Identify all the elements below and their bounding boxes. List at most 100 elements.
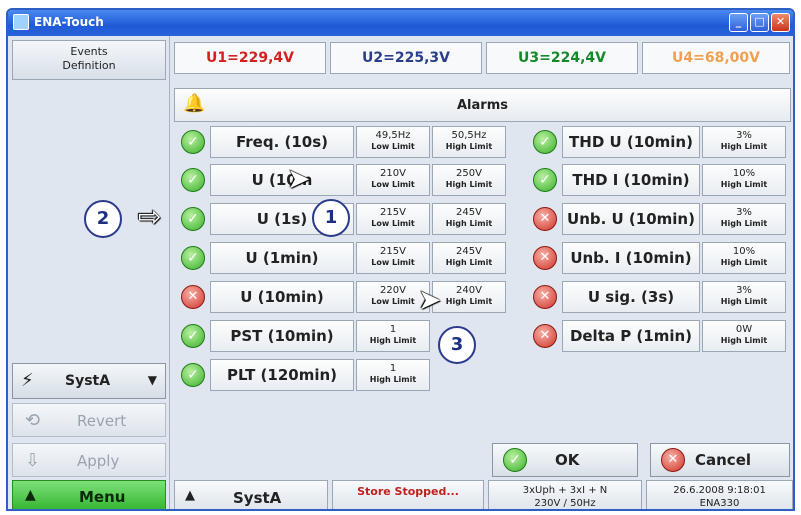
datetime-line1: 26.6.2008 9:18:01 <box>673 485 766 496</box>
low-limit-field[interactable]: 49,5Hz Low Limit <box>356 126 430 158</box>
alarm-name[interactable]: Delta P (1min) <box>562 320 700 352</box>
high-limit-caption: High Limit <box>720 219 768 228</box>
high-limit-field[interactable]: 50,5Hz High Limit <box>432 126 506 158</box>
menu-label: Menu <box>79 488 126 506</box>
low-limit-caption: Low Limit <box>371 258 415 267</box>
status-alarm-icon: ✕ <box>530 204 560 234</box>
high-limit-caption: High Limit <box>445 180 493 189</box>
status-alarm-icon: ✕ <box>530 243 560 273</box>
high-limit-value: 3% <box>736 130 752 141</box>
high-limit-caption: High Limit <box>369 336 417 345</box>
status-ok-icon: ✓ <box>178 243 208 273</box>
u2-readout: U2=225,3V <box>330 42 482 74</box>
high-limit-field[interactable]: 1 High Limit <box>356 359 430 391</box>
alarm-name[interactable]: THD U (10min) <box>562 126 700 158</box>
maximize-button[interactable]: □ <box>750 13 769 32</box>
revert-icon: ⟲ <box>25 410 41 431</box>
high-limit-value: 240V <box>456 285 482 296</box>
left-panel: Events Definition ⚡ SystA ▼ ⟲ Revert ⇩ A… <box>8 36 170 509</box>
pointer-cursor-icon: ➤ <box>287 162 311 195</box>
device-line2: ENA330 <box>699 498 740 509</box>
check-icon: ✓ <box>503 448 527 472</box>
high-limit-field[interactable]: 3% High Limit <box>702 203 786 235</box>
system-tab-button[interactable]: ▲ SystA <box>174 480 328 509</box>
cancel-icon: ✕ <box>661 448 685 472</box>
app-icon <box>13 14 29 30</box>
u3-readout: U3=224,4V <box>486 42 638 74</box>
status-ok-icon: ✓ <box>530 165 560 195</box>
high-limit-field[interactable]: 240V High Limit <box>432 281 506 313</box>
revert-button[interactable]: ⟲ Revert <box>12 403 166 437</box>
ok-button[interactable]: ✓ OK <box>492 443 638 477</box>
status-bar: ▲ SystA Store Stopped... 3xUph + 3xI + N… <box>170 480 793 509</box>
cancel-button[interactable]: ✕ Cancel <box>650 443 790 477</box>
high-limit-caption: High Limit <box>720 180 768 189</box>
high-limit-value: 250V <box>456 168 482 179</box>
events-definition-button[interactable]: Events Definition <box>12 40 166 80</box>
low-limit-caption: Low Limit <box>371 142 415 151</box>
window-title: ENA-Touch <box>34 15 104 29</box>
low-limit-value: 215V <box>380 246 406 257</box>
high-limit-value: 1 <box>389 363 397 374</box>
callout-3: 3 <box>438 326 476 364</box>
alarm-name[interactable]: U sig. (3s) <box>562 281 700 313</box>
chevron-down-icon: ▼ <box>147 373 157 387</box>
high-limit-value: 3% <box>736 285 752 296</box>
low-limit-field[interactable]: 210V Low Limit <box>356 164 430 196</box>
alarm-name[interactable]: Freq. (10s) <box>210 126 354 158</box>
pointer-cursor-icon: ➤ <box>418 283 442 316</box>
low-limit-caption: Low Limit <box>371 219 415 228</box>
u4-readout: U4=68,00V <box>642 42 790 74</box>
high-limit-value: 50,5Hz <box>451 130 487 141</box>
alarm-name[interactable]: PLT (120min) <box>210 359 354 391</box>
connection-line1: 3xUph + 3xI + N <box>522 485 608 496</box>
high-limit-caption: High Limit <box>720 297 768 306</box>
alarm-name[interactable]: U (10m <box>210 164 354 196</box>
low-limit-value: 49,5Hz <box>375 130 411 141</box>
high-limit-caption: High Limit <box>445 219 493 228</box>
high-limit-field[interactable]: 3% High Limit <box>702 126 786 158</box>
revert-label: Revert <box>77 412 127 430</box>
high-limit-value: 3% <box>736 207 752 218</box>
alarm-name[interactable]: Unb. I (10min) <box>562 242 700 274</box>
apply-button[interactable]: ⇩ Apply <box>12 443 166 477</box>
arrow-right-icon: ⇨ <box>138 200 162 233</box>
arrow-up-icon: ▲ <box>185 488 195 503</box>
connection-info: 3xUph + 3xI + N 230V / 50Hz <box>488 480 642 509</box>
menu-button[interactable]: ▲ Menu <box>12 480 166 509</box>
status-ok-icon: ✓ <box>530 127 560 157</box>
high-limit-caption: High Limit <box>445 297 493 306</box>
high-limit-field[interactable]: 3% High Limit <box>702 281 786 313</box>
alarm-name[interactable]: THD I (10min) <box>562 164 700 196</box>
status-ok-icon: ✓ <box>178 165 208 195</box>
high-limit-field[interactable]: 10% High Limit <box>702 242 786 274</box>
alarm-name[interactable]: PST (10min) <box>210 320 354 352</box>
high-limit-field[interactable]: 245V High Limit <box>432 242 506 274</box>
status-alarm-icon: ✕ <box>178 282 208 312</box>
system-select-label: SystA <box>65 373 111 389</box>
low-limit-field[interactable]: 215V Low Limit <box>356 242 430 274</box>
close-button[interactable]: ✕ <box>771 13 790 32</box>
low-limit-field[interactable]: 215V Low Limit <box>356 203 430 235</box>
connection-line2: 230V / 50Hz <box>534 498 596 509</box>
high-limit-value: 245V <box>456 246 482 257</box>
high-limit-field[interactable]: 245V High Limit <box>432 203 506 235</box>
high-limit-field[interactable]: 10% High Limit <box>702 164 786 196</box>
alarm-name[interactable]: U (10min) <box>210 281 354 313</box>
alarm-name[interactable]: Unb. U (10min) <box>562 203 700 235</box>
apply-label: Apply <box>77 452 120 470</box>
high-limit-field[interactable]: 1 High Limit <box>356 320 430 352</box>
system-select[interactable]: ⚡ SystA ▼ <box>12 363 166 399</box>
cancel-label: Cancel <box>695 451 752 469</box>
low-limit-caption: Low Limit <box>371 180 415 189</box>
app-window: ENA-Touch _ □ ✕ Events Definition ⚡ Syst… <box>6 8 795 511</box>
high-limit-field[interactable]: 250V High Limit <box>432 164 506 196</box>
ok-label: OK <box>555 451 580 469</box>
high-limit-field[interactable]: 0W High Limit <box>702 320 786 352</box>
system-tab-label: SystA <box>233 489 282 507</box>
alarm-name[interactable]: U (1min) <box>210 242 354 274</box>
arrow-up-icon: ▲ <box>25 487 36 503</box>
high-limit-value: 10% <box>732 246 756 257</box>
status-ok-icon: ✓ <box>178 321 208 351</box>
minimize-button[interactable]: _ <box>729 13 748 32</box>
